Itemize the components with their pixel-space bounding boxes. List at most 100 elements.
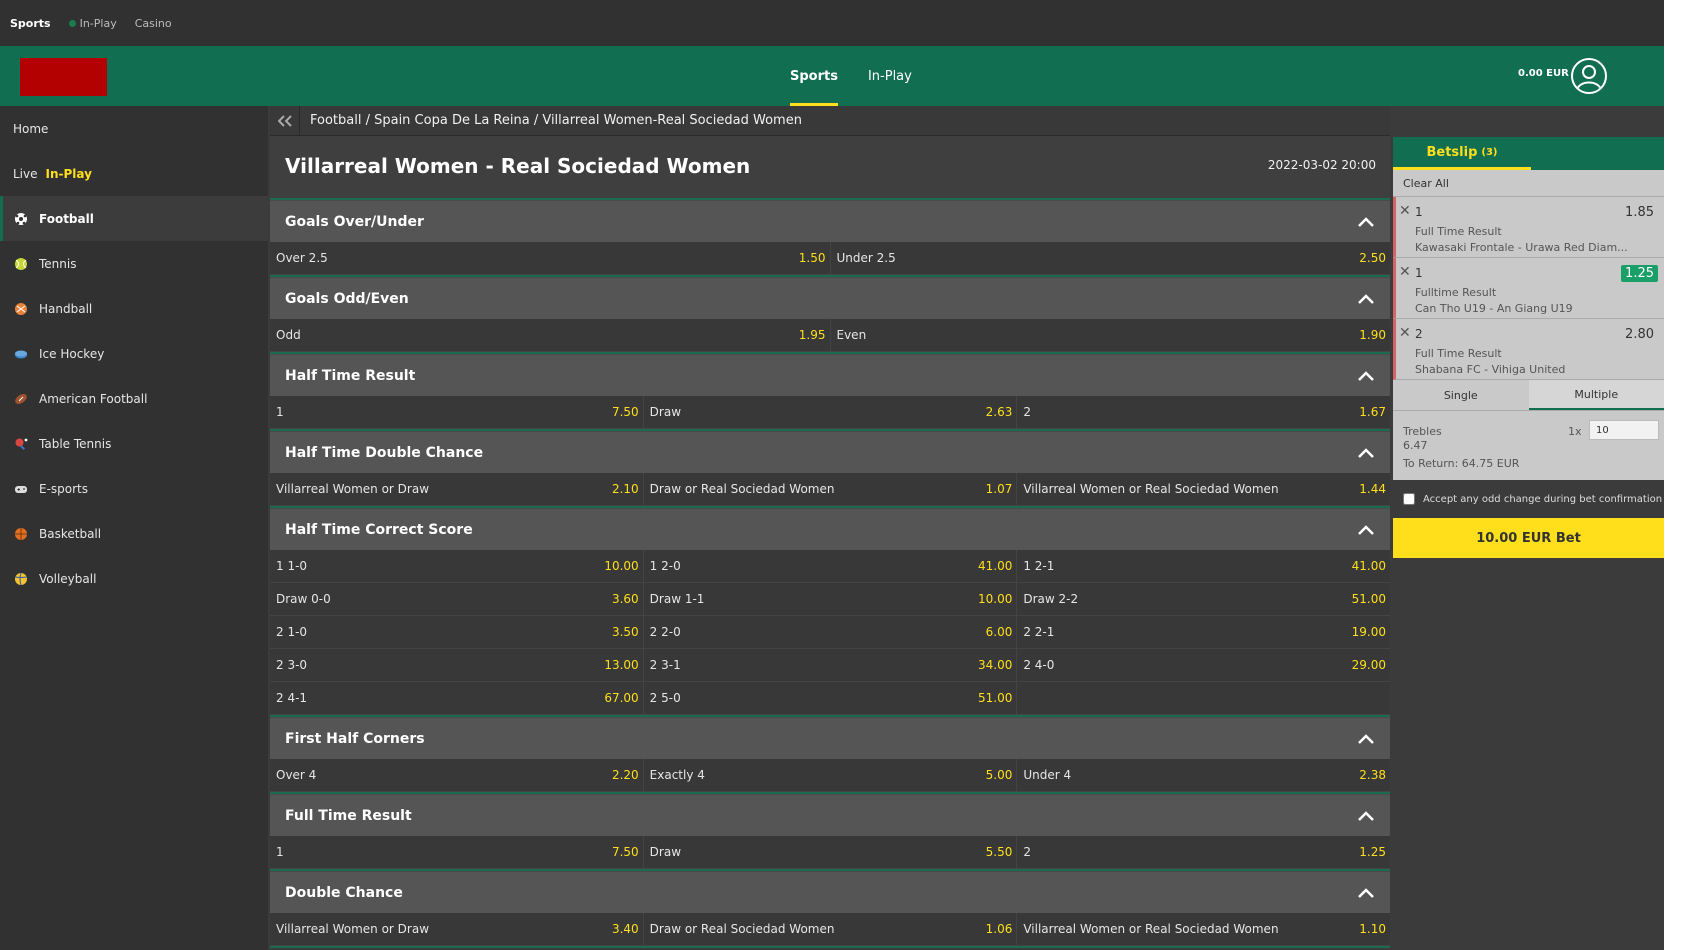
topbar-inplay-label: In-Play — [79, 16, 117, 30]
chevron-up-icon[interactable] — [1357, 733, 1375, 745]
odds-button[interactable]: Draw 0-0 3.60 — [270, 583, 644, 616]
odds-button[interactable]: Villarreal Women or Draw 2.10 — [270, 473, 644, 506]
chevron-up-icon[interactable] — [1357, 216, 1375, 228]
odds-button[interactable]: 2 2-1 19.00 — [1017, 616, 1390, 649]
odds-button[interactable]: Exactly 4 5.00 — [643, 759, 1018, 792]
sidebar-item-label: Tennis — [39, 256, 77, 271]
tab-single[interactable]: Single — [1393, 380, 1529, 410]
odds-button[interactable]: Draw 1-1 10.00 — [643, 583, 1018, 616]
odds-button[interactable]: Draw 5.50 — [643, 836, 1018, 869]
odds-button[interactable]: Villarreal Women or Real Sociedad Women 1… — [1017, 473, 1390, 506]
breadcrumb-text[interactable]: Football / Spain Copa De La Reina / Vill… — [300, 113, 802, 128]
chevron-up-icon[interactable] — [1357, 810, 1375, 822]
market-title: Half Time Result — [285, 367, 416, 384]
sidebar-item-football[interactable]: Football — [0, 196, 268, 241]
odds-button[interactable]: Odd 1.95 — [270, 319, 831, 352]
sidebar-item-ice-hockey[interactable]: Ice Hockey — [0, 331, 268, 376]
odds-button[interactable]: 2 3-1 34.00 — [643, 649, 1018, 682]
clear-all-button[interactable]: Clear All — [1393, 170, 1664, 197]
market-header[interactable]: Goals Odd/Even — [270, 277, 1390, 319]
odds-button[interactable]: 1 7.50 — [270, 396, 644, 429]
selection-label: Draw or Real Sociedad Women — [649, 922, 835, 936]
odds-button[interactable]: Draw 2-2 51.00 — [1017, 583, 1390, 616]
place-bet-button[interactable]: 10.00 EUR Bet — [1393, 518, 1664, 558]
odds-button[interactable]: 2 4-0 29.00 — [1017, 649, 1390, 682]
sidebar-item-tennis[interactable]: Tennis — [0, 241, 268, 286]
chevron-up-icon[interactable] — [1357, 293, 1375, 305]
selection-label: Under 4 — [1023, 768, 1072, 782]
tab-betslip[interactable]: Betslip (3) — [1393, 137, 1531, 170]
odds-price: 1.06 — [985, 922, 1013, 936]
chevron-up-icon[interactable] — [1357, 370, 1375, 382]
selection-label: Draw 2-2 — [1023, 592, 1079, 606]
odds-button[interactable]: 1 2-0 41.00 — [643, 550, 1018, 583]
sidebar-item-handball[interactable]: Handball — [0, 286, 268, 331]
odds-button[interactable]: 2 1.67 — [1017, 396, 1390, 429]
stake-input[interactable] — [1589, 420, 1659, 440]
odds-button[interactable]: Under 2.5 2.50 — [830, 242, 1390, 275]
odds-button[interactable]: 2 1.25 — [1017, 836, 1390, 869]
chevron-up-icon[interactable] — [1357, 447, 1375, 459]
sidebar-item-american-football[interactable]: American Football — [0, 376, 268, 421]
topbar-link-sports[interactable]: Sports — [10, 17, 51, 30]
odds-button[interactable]: Over 4 2.20 — [270, 759, 644, 792]
odds-price: 3.60 — [611, 592, 639, 606]
odds-button[interactable]: Draw or Real Sociedad Women 1.07 — [643, 473, 1018, 506]
nav-sports[interactable]: Sports — [775, 46, 853, 106]
odds-button[interactable]: 1 2-1 41.00 — [1017, 550, 1390, 583]
topbar-link-inplay[interactable]: In-Play — [68, 16, 117, 30]
sidebar-item-e-sports[interactable]: E-sports — [0, 466, 268, 511]
collapse-sidebar-button[interactable] — [270, 106, 300, 136]
odds-button[interactable]: Over 2.5 1.50 — [270, 242, 831, 275]
market-header[interactable]: Half Time Result — [270, 354, 1390, 396]
sidebar-item-home[interactable]: Home — [0, 106, 268, 151]
odds-price: 5.50 — [985, 845, 1013, 859]
remove-selection-icon[interactable]: ✕ — [1399, 325, 1411, 341]
sidebar-item-basketball[interactable]: Basketball — [0, 511, 268, 556]
tab-multiple[interactable]: Multiple — [1528, 380, 1664, 410]
market-header[interactable]: Half Time Correct Score — [270, 508, 1390, 550]
odds-row: Over 4 2.20 Exactly 4 5.00 Under 4 2.38 — [270, 759, 1390, 792]
selection-label: 2 5-0 — [649, 691, 681, 705]
market-header[interactable]: First Half Corners — [270, 717, 1390, 759]
market-header[interactable]: Full Time Result — [270, 794, 1390, 836]
user-account-icon[interactable] — [1571, 58, 1607, 94]
nav-inplay[interactable]: In-Play — [853, 46, 927, 106]
brand-logo[interactable] — [20, 58, 107, 96]
account-balance[interactable]: 0.00 EUR — [1518, 68, 1569, 79]
odds-button[interactable]: 2 5-0 51.00 — [643, 682, 1018, 715]
sidebar-item-table-tennis[interactable]: Table Tennis — [0, 421, 268, 466]
topbar-link-casino[interactable]: Casino — [135, 17, 172, 30]
odds-button[interactable]: Draw 2.63 — [643, 396, 1018, 429]
odds-button[interactable]: Villarreal Women or Draw 3.40 — [270, 913, 644, 946]
remove-selection-icon[interactable]: ✕ — [1399, 264, 1411, 280]
market-header[interactable]: Double Chance — [270, 871, 1390, 913]
selection-label: Even — [836, 328, 867, 342]
event-date: 2022-03-02 20:00 — [1267, 158, 1376, 172]
odds-button[interactable]: 2 4-1 67.00 — [270, 682, 644, 715]
market-header[interactable]: Half Time Double Chance — [270, 431, 1390, 473]
accept-odds-checkbox[interactable] — [1403, 493, 1415, 505]
selection-label: Draw 0-0 — [276, 592, 331, 606]
odds-button[interactable]: Under 4 2.38 — [1017, 759, 1390, 792]
odds-button[interactable]: Even 1.90 — [830, 319, 1390, 352]
chevron-up-icon[interactable] — [1357, 524, 1375, 536]
odds-button[interactable]: 2 3-0 13.00 — [270, 649, 644, 682]
market-header[interactable]: Goals Over/Under — [270, 200, 1390, 242]
odds-button[interactable]: 1 1-0 10.00 — [270, 550, 644, 583]
odds-button[interactable]: Villarreal Women or Real Sociedad Women 1… — [1017, 913, 1390, 946]
odds-price: 1.25 — [1359, 845, 1387, 859]
chevron-up-icon[interactable] — [1357, 887, 1375, 899]
odds-button[interactable]: 2 1-0 3.50 — [270, 616, 644, 649]
event-title: Villarreal Women - Real Sociedad Women — [285, 154, 751, 178]
selection-label: 1 — [276, 405, 284, 419]
odds-price: 41.00 — [977, 559, 1013, 573]
remove-selection-icon[interactable]: ✕ — [1399, 203, 1411, 219]
odds-button[interactable]: 2 2-0 6.00 — [643, 616, 1018, 649]
odds-button[interactable]: Draw or Real Sociedad Women 1.06 — [643, 913, 1018, 946]
odds-price: 2.63 — [985, 405, 1013, 419]
sidebar-item-volleyball[interactable]: Volleyball — [0, 556, 268, 601]
odds-button[interactable]: 1 7.50 — [270, 836, 644, 869]
selection-label: 2 — [1023, 405, 1031, 419]
sidebar-item-live[interactable]: Live In-Play — [0, 151, 268, 196]
